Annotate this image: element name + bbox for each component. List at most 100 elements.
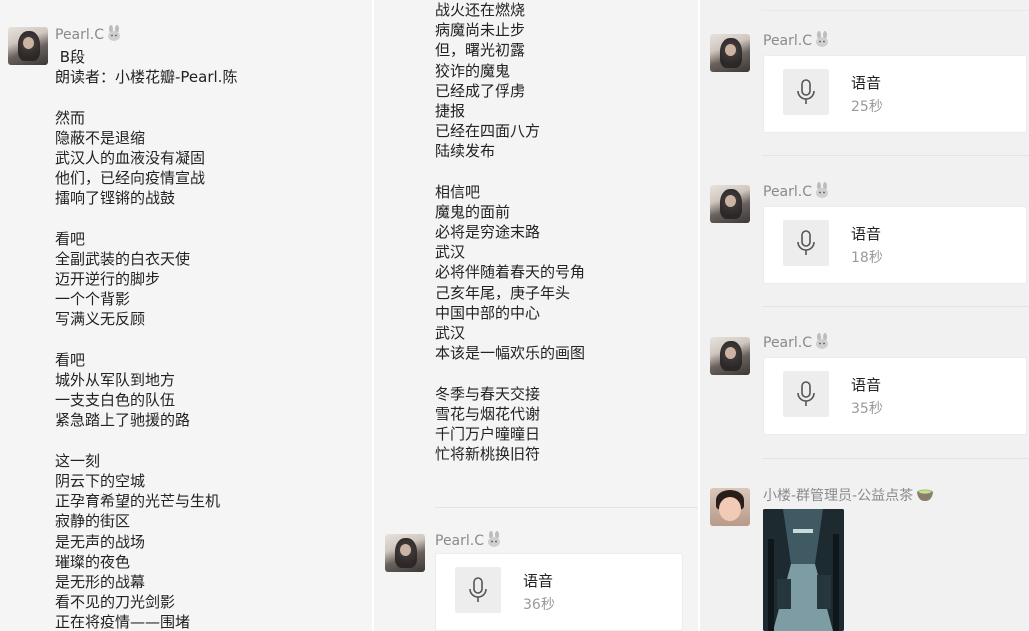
poem-line: 一个个背影 [55,290,131,309]
poem-line: 迈开逆行的脚步 [55,270,161,289]
poem-line: 朗读者：小楼花瓣-Pearl.陈 [55,68,238,87]
poem-line: 擂响了铿锵的战鼓 [55,189,176,208]
poem-line: 武汉人的血液没有凝固 [55,148,206,167]
voice-message-bubble[interactable]: 语音 18秒 [763,206,1027,284]
voice-label: 语音 [851,376,882,394]
mic-button[interactable] [783,69,829,115]
poem-line: 战火还在燃烧 [435,1,526,19]
poem-line: 雪花与烟花代谢 [435,404,541,423]
rabbit-emoji-icon [816,31,829,47]
poem-line: 必将伴随着春天的号角 [435,263,586,282]
avatar-group-admin[interactable] [710,488,750,526]
sender-name-text: Pearl.C [55,27,105,43]
poem-line: 冬季与春天交接 [435,384,541,403]
sender-name-text: Pearl.C [763,335,813,351]
microphone-icon [797,79,815,104]
chat-panel-middle: 战火还在燃烧 病魔尚未止步 但，曙光初露 狡诈的魔鬼 已经成了俘虏 捷报 已经在四面八方 陆续… [373,0,698,631]
voice-label: 语音 [851,74,882,92]
poem-line: 己亥年尾，庚子年头 [435,283,571,302]
voice-duration: 18秒 [851,250,883,266]
chat-panel-left: Pearl.C B段朗读者：小楼花瓣-Pearl.陈 然而 隐蔽不是退缩 武汉人的血液… [0,0,373,631]
voice-label: 语音 [523,572,554,590]
poem-line: 忙将新桃换旧符 [435,445,541,464]
panel-divider [372,0,374,631]
poem-line: 寂静的街区 [55,512,131,531]
poem-line: 病魔尚未止步 [435,21,526,40]
poem-line [55,87,237,107]
voice-duration: 35秒 [851,401,883,417]
poem-line: 已经成了俘虏 [435,81,526,100]
poem-line: 然而 [55,108,86,127]
sender-name: Pearl.C [763,182,829,200]
poem-line: 陆续发布 [435,142,496,161]
poem-line: 隐蔽不是退缩 [55,128,146,147]
poem-line: 写满义无反顾 [55,310,146,329]
poem-line: 阴云下的空城 [55,471,146,490]
poem-line: 但，曙光初露 [435,41,526,60]
poem-line: 必将是穷途末路 [435,223,541,242]
poem-line: 一支支白色的队伍 [55,391,176,410]
sender-name-text: Pearl.C [435,533,485,549]
voice-message-bubble[interactable]: 语音 35秒 [763,357,1027,435]
message-divider [762,306,1029,307]
poem-line: B段 [55,48,86,66]
poem-line [435,363,585,383]
tea-bowl-emoji-icon [917,489,934,501]
poem-line [55,431,237,451]
avatar-pearl[interactable] [385,534,425,572]
sender-name-text: 小楼-群管理员-公益点茶 [763,488,914,504]
poem-line [55,330,237,350]
voice-label: 语音 [851,225,882,243]
mic-button[interactable] [783,220,829,266]
mic-button[interactable] [455,567,501,613]
poem-line: 已经在四面八方 [435,122,541,141]
sender-name: Pearl.C [763,333,829,351]
poem-line: 他们，已经向疫情宣战 [55,169,206,188]
avatar-pearl[interactable] [8,27,48,65]
avatar-pearl[interactable] [710,337,750,375]
rabbit-emoji-icon [816,182,829,198]
message-text-poem-part1[interactable]: B段朗读者：小楼花瓣-Pearl.陈 然而 隐蔽不是退缩 武汉人的血液没有凝固 他们，已… [55,47,237,631]
voice-message-bubble[interactable]: 语音 25秒 [763,55,1027,133]
image-message-thumbnail[interactable] [763,509,844,631]
avatar-pearl[interactable] [710,185,750,223]
poem-line: 狡诈的魔鬼 [435,61,511,80]
poem-line: 璀璨的夜色 [55,552,131,571]
sender-name: 小楼-群管理员-公益点茶 [763,485,934,505]
message-divider [435,507,698,508]
microphone-icon [469,577,487,602]
poem-line: 正孕育希望的光芒与生机 [55,492,221,511]
poem-line: 看吧 [55,350,86,369]
poem-line: 看吧 [55,229,86,248]
message-text-poem-part2[interactable]: 战火还在燃烧 病魔尚未止步 但，曙光初露 狡诈的魔鬼 已经成了俘虏 捷报 已经在四面八方 陆续… [435,0,585,464]
sender-name-text: Pearl.C [763,184,813,200]
poem-line: 正在将疫情——围堵 [55,613,191,631]
poem-line: 中国中部的中心 [435,303,541,322]
message-divider [762,10,1029,11]
poem-line: 紧急踏上了驰援的路 [55,411,191,430]
poem-line: 魔鬼的面前 [435,202,511,221]
poem-line [55,209,237,229]
message-divider [762,458,1029,459]
message-divider [762,155,1029,156]
poem-line: 是无声的战场 [55,532,146,551]
voice-duration: 36秒 [523,597,555,613]
poem-line: 是无形的战幕 [55,572,146,591]
avatar-pearl[interactable] [710,34,750,72]
poem-line: 千门万户曈曈日 [435,424,541,443]
bus-interior-photo [763,509,844,631]
sender-name: Pearl.C [55,25,121,43]
voice-duration: 25秒 [851,99,883,115]
poem-line: 看不见的刀光剑影 [55,593,176,612]
voice-message-bubble[interactable]: 语音 36秒 [435,553,683,631]
rabbit-emoji-icon [816,333,829,349]
poem-line: 相信吧 [435,182,481,201]
poem-line: 全副武装的白衣天使 [55,249,191,268]
poem-line: 这一刻 [55,451,101,470]
poem-line [435,162,585,182]
poem-line: 本该是一幅欢乐的画图 [435,344,586,363]
poem-line: 城外从军队到地方 [55,371,176,389]
poem-line: 武汉 [435,243,466,262]
panel-divider [698,0,700,631]
mic-button[interactable] [783,371,829,417]
